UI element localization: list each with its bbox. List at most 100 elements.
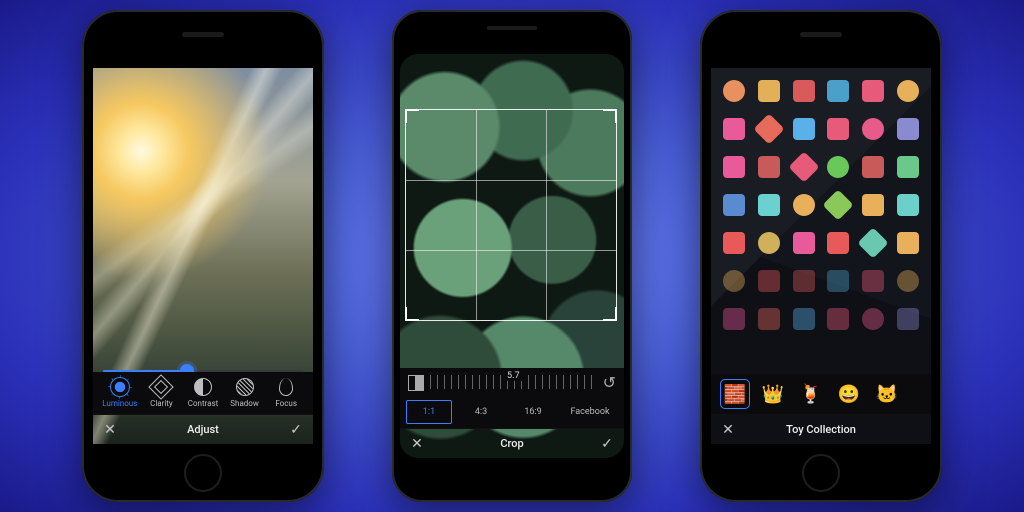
close-icon: ✕	[104, 422, 116, 438]
earpiece	[487, 26, 537, 30]
crop-handle-tr[interactable]	[603, 109, 617, 123]
rotate-reset-button[interactable]: ↺	[603, 373, 616, 392]
close-button[interactable]: ✕	[93, 422, 127, 438]
sticker-item[interactable]	[862, 80, 884, 102]
sticker-item[interactable]	[862, 194, 884, 216]
check-icon: ✓	[290, 422, 302, 438]
crop-frame[interactable]	[406, 110, 616, 320]
sticker-item[interactable]	[758, 80, 780, 102]
sticker-item[interactable]	[723, 308, 745, 330]
sticker-item[interactable]	[897, 194, 919, 216]
tool-label: Focus	[275, 399, 297, 408]
home-button[interactable]	[184, 454, 222, 492]
crop-handle-bl[interactable]	[405, 307, 419, 321]
sticker-item[interactable]	[862, 270, 884, 292]
sticker-item[interactable]	[723, 194, 745, 216]
sticker-item[interactable]	[788, 151, 819, 182]
sticker-item[interactable]	[753, 113, 784, 144]
sticker-item[interactable]	[897, 80, 919, 102]
tool-label: Clarity	[150, 399, 173, 408]
tool-focus[interactable]: Focus	[265, 378, 307, 408]
sticker-item[interactable]	[897, 118, 919, 140]
sticker-item[interactable]	[758, 270, 780, 292]
photo-canvas[interactable]: 🧱 👑 🍹 😀 🐱 ✕ Toy Collection	[711, 68, 931, 444]
sticker-item[interactable]	[719, 75, 750, 106]
sticker-item[interactable]	[897, 232, 919, 254]
tool-label: Shadow	[230, 399, 259, 408]
sticker-item[interactable]	[758, 194, 780, 216]
crop-handle-br[interactable]	[603, 307, 617, 321]
focus-icon	[279, 378, 293, 396]
sticker-item[interactable]	[723, 232, 745, 254]
flip-icon[interactable]	[408, 375, 424, 389]
angle-value: 5.7	[503, 371, 524, 381]
sticker-item[interactable]	[823, 189, 854, 220]
ratio-16-9[interactable]: 16:9	[510, 400, 556, 424]
bottom-bar: ✕ Adjust ✓	[93, 414, 313, 444]
confirm-button[interactable]: ✓	[279, 422, 313, 438]
pack-cat[interactable]: 🐱	[873, 380, 901, 408]
ratio-facebook[interactable]: Facebook	[562, 400, 618, 424]
drink-icon: 🍹	[800, 384, 822, 405]
sticker-item[interactable]	[862, 156, 884, 178]
sticker-item[interactable]	[827, 80, 849, 102]
photo-canvas[interactable]: 5.7 ↺ 1:1 4:3 16:9 Facebook ✕ Crop ✓	[400, 54, 624, 458]
ratio-label: 1:1	[423, 407, 435, 417]
sticker-item[interactable]	[827, 156, 849, 178]
home-button[interactable]	[802, 454, 840, 492]
screen-stickers: 🧱 👑 🍹 😀 🐱 ✕ Toy Collection	[711, 68, 931, 444]
sticker-item[interactable]	[897, 156, 919, 178]
angle-ruler[interactable]: 5.7	[430, 375, 597, 389]
sticker-item[interactable]	[827, 232, 849, 254]
sticker-item[interactable]	[758, 156, 780, 178]
tool-contrast[interactable]: Contrast	[182, 378, 224, 408]
confirm-button[interactable]: ✓	[590, 436, 624, 452]
clarity-icon	[149, 374, 174, 399]
pack-crown[interactable]: 👑	[759, 380, 787, 408]
sticker-item[interactable]	[723, 156, 745, 178]
close-button[interactable]: ✕	[711, 422, 745, 438]
sticker-item[interactable]	[827, 118, 849, 140]
pack-blocks[interactable]: 🧱	[721, 380, 749, 408]
sticker-item[interactable]	[758, 308, 780, 330]
sticker-item[interactable]	[758, 232, 780, 254]
sticker-pack-row: 🧱 👑 🍹 😀 🐱	[711, 374, 931, 414]
sticker-item[interactable]	[827, 270, 849, 292]
ratio-4-3[interactable]: 4:3	[458, 400, 504, 424]
sticker-item[interactable]	[862, 118, 884, 140]
crop-handle-tl[interactable]	[405, 109, 419, 123]
screen-crop: 5.7 ↺ 1:1 4:3 16:9 Facebook ✕ Crop ✓	[400, 54, 624, 458]
sticker-item[interactable]	[793, 270, 815, 292]
sticker-item[interactable]	[793, 232, 815, 254]
pack-drink[interactable]: 🍹	[797, 380, 825, 408]
sticker-item[interactable]	[793, 194, 815, 216]
tool-shadow[interactable]: Shadow	[224, 378, 266, 408]
sticker-item[interactable]	[793, 118, 815, 140]
phone-crop: 5.7 ↺ 1:1 4:3 16:9 Facebook ✕ Crop ✓	[392, 10, 632, 502]
ratio-label: 4:3	[475, 407, 487, 417]
sticker-item[interactable]	[793, 308, 815, 330]
panel-title: Toy Collection	[745, 423, 897, 436]
sticker-item[interactable]	[723, 118, 745, 140]
adjust-tools-row: Luminous Clarity Contrast Shadow Focus	[93, 372, 313, 414]
close-button[interactable]: ✕	[400, 436, 434, 452]
crown-icon: 👑	[762, 384, 784, 405]
phone-adjust: Luminous Clarity Contrast Shadow Focus	[82, 10, 324, 502]
sticker-item[interactable]	[857, 227, 888, 258]
sticker-item[interactable]	[827, 308, 849, 330]
rotate-icon: ↺	[603, 373, 616, 392]
sticker-item[interactable]	[897, 308, 919, 330]
sticker-item[interactable]	[862, 308, 884, 330]
sticker-item[interactable]	[793, 80, 815, 102]
sticker-item[interactable]	[723, 270, 745, 292]
pack-smiley[interactable]: 😀	[835, 380, 863, 408]
tool-clarity[interactable]: Clarity	[141, 378, 183, 408]
tool-luminous[interactable]: Luminous	[99, 378, 141, 408]
phone-stickers: 🧱 👑 🍹 😀 🐱 ✕ Toy Collection	[700, 10, 942, 502]
sticker-item[interactable]	[892, 265, 923, 296]
ratio-1-1[interactable]: 1:1	[406, 400, 452, 424]
photo-canvas[interactable]: Luminous Clarity Contrast Shadow Focus	[93, 68, 313, 444]
earpiece	[182, 32, 224, 37]
sun-icon	[111, 378, 129, 396]
tool-label: Luminous	[102, 399, 137, 408]
